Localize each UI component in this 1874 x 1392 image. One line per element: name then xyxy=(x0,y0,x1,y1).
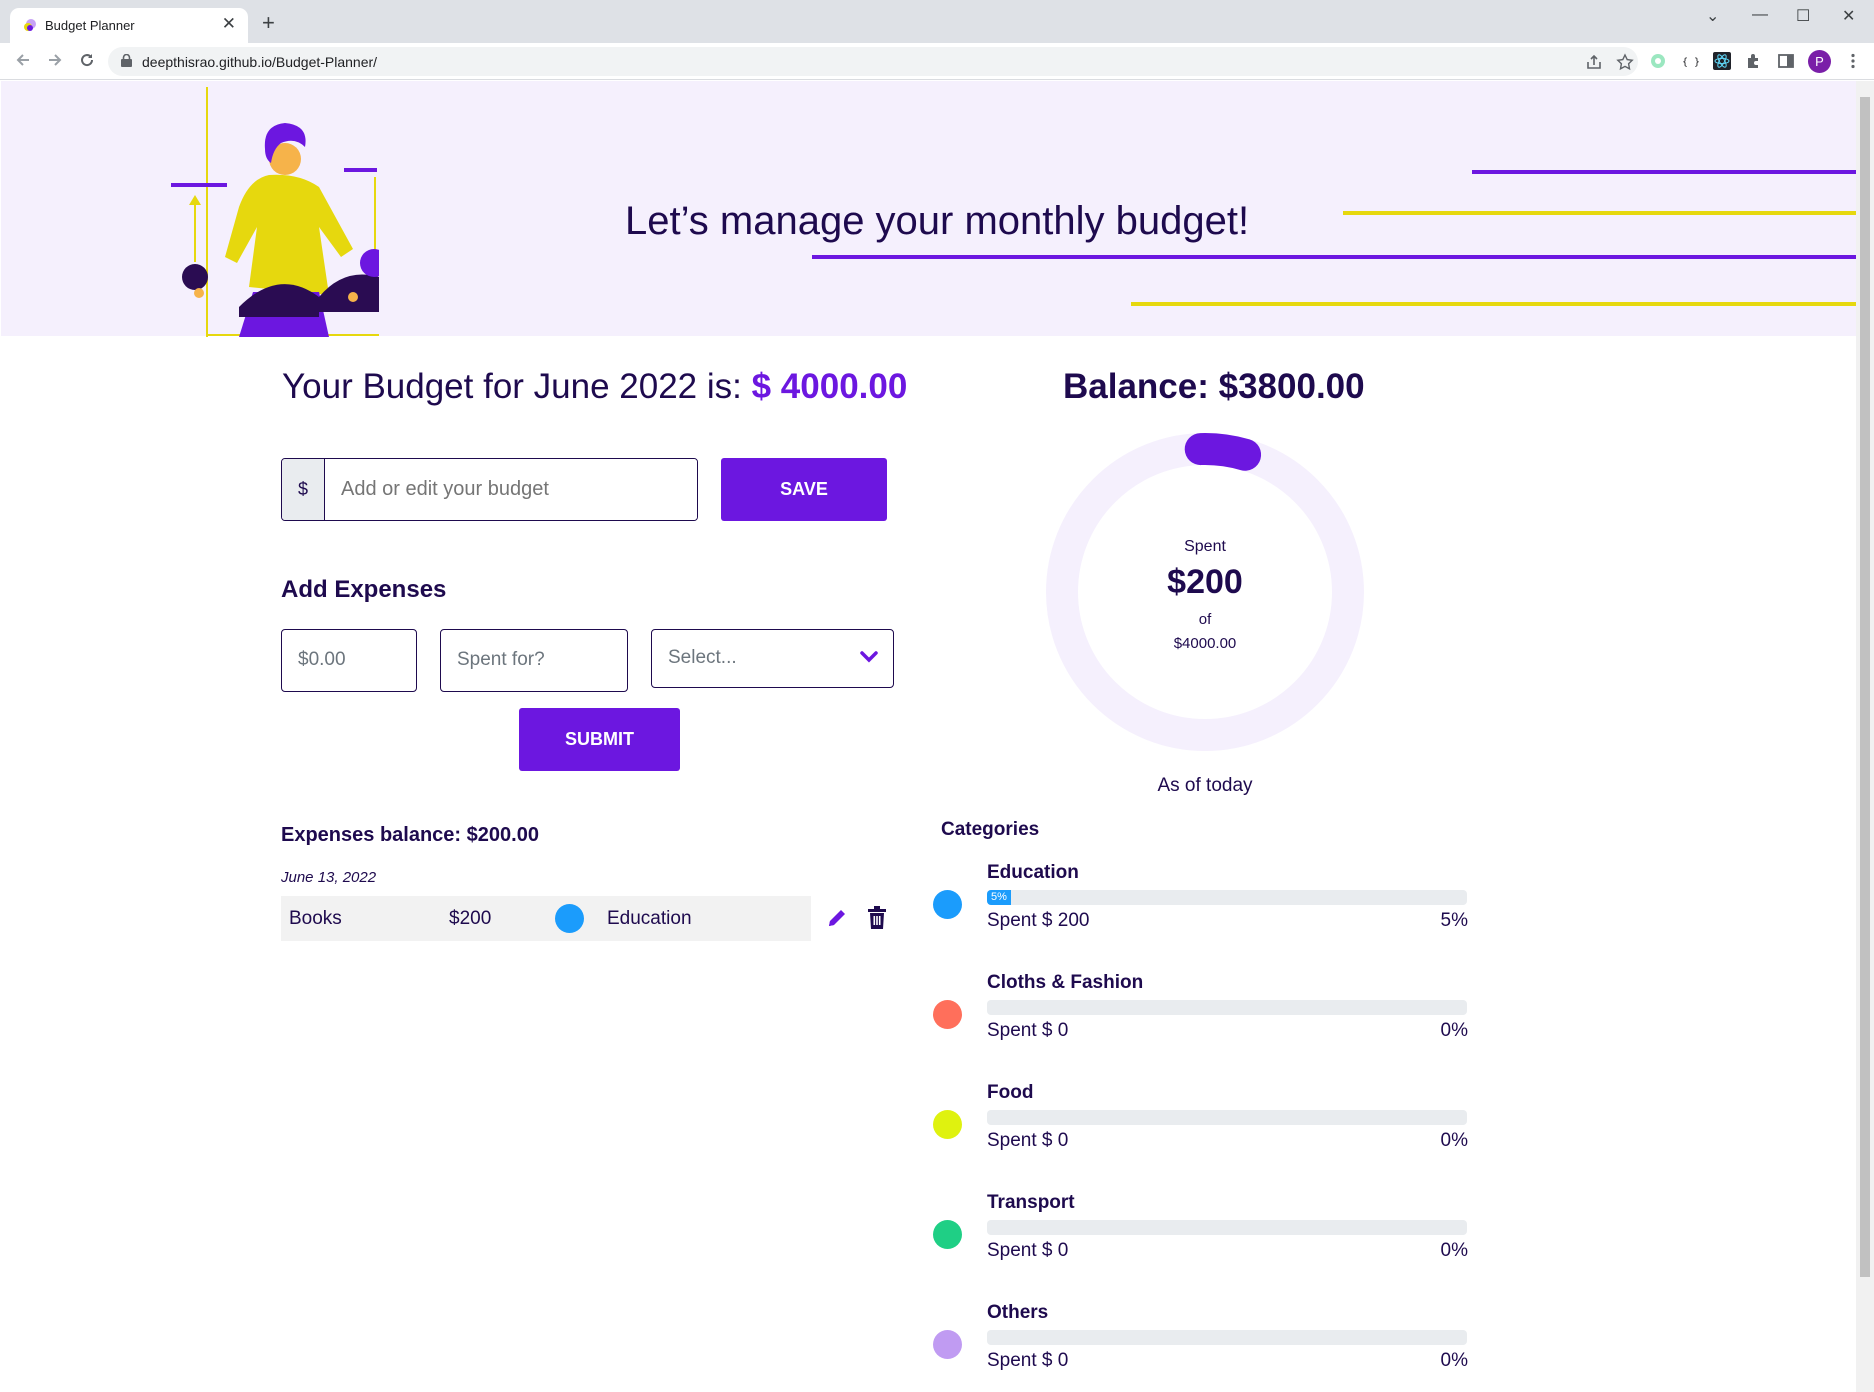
chevron-down-icon xyxy=(860,651,878,663)
address-bar[interactable]: deepthisrao.github.io/Budget-Planner/ xyxy=(108,47,1638,76)
decor-line xyxy=(1472,170,1856,174)
category-color-dot xyxy=(555,904,584,933)
category-percent: 0% xyxy=(1440,1130,1468,1151)
trash-icon[interactable] xyxy=(867,906,887,929)
profile-avatar[interactable]: P xyxy=(1808,50,1831,73)
currency-addon: $ xyxy=(282,459,325,520)
close-window-icon[interactable]: ✕ xyxy=(1842,6,1855,26)
budget-input-group: $ xyxy=(281,458,698,521)
category-spent: Spent $ 0 xyxy=(987,1240,1069,1261)
minimize-icon[interactable]: — xyxy=(1752,6,1768,24)
donut-of-label: of xyxy=(1198,611,1212,628)
browser-tab[interactable]: Budget Planner ✕ xyxy=(10,8,248,43)
category-color-dot xyxy=(933,1000,962,1029)
bookmark-star-icon[interactable] xyxy=(1616,53,1634,71)
category-color-dot xyxy=(933,1330,962,1359)
donut-spent-amount: $200 xyxy=(1167,563,1243,601)
pencil-icon[interactable] xyxy=(826,907,848,929)
lock-icon xyxy=(121,54,132,67)
category-percent: 0% xyxy=(1440,1020,1468,1041)
extensions-puzzle-icon[interactable] xyxy=(1745,52,1763,70)
category-progress-bar xyxy=(987,1110,1467,1125)
category-progress-bar: 5% xyxy=(987,890,1467,905)
budget-input[interactable] xyxy=(325,459,697,520)
category-select[interactable]: Select... xyxy=(651,629,894,688)
side-panel-icon[interactable] xyxy=(1777,52,1795,70)
category-spent: Spent $ 0 xyxy=(987,1350,1069,1371)
category-spent: Spent $ 0 xyxy=(987,1020,1069,1041)
page-content: Let’s manage your monthly budget! Your B… xyxy=(1,81,1856,1391)
browser-menu-icon[interactable] xyxy=(1844,52,1862,70)
donut-spent-arc xyxy=(1184,433,1262,471)
category-name: Others xyxy=(987,1302,1049,1323)
budget-prefix: Your Budget for June 2022 is: xyxy=(282,367,752,406)
save-button[interactable]: SAVE xyxy=(721,458,887,521)
category-color-dot xyxy=(933,1110,962,1139)
expense-date: June 13, 2022 xyxy=(281,869,377,886)
expenses-balance: Expenses balance: $200.00 xyxy=(281,824,539,846)
categories-title: Categories xyxy=(941,819,1040,840)
category-progress-bar xyxy=(987,1220,1467,1235)
hero-illustration xyxy=(171,87,379,337)
share-icon[interactable] xyxy=(1585,53,1603,71)
category-name: Cloths & Fashion xyxy=(987,972,1144,993)
back-arrow-icon[interactable] xyxy=(14,51,32,69)
expense-row: Books $200 Education xyxy=(281,896,811,941)
category-percent: 0% xyxy=(1440,1240,1468,1261)
category-item: Food Spent $ 0 0% xyxy=(933,1082,1468,1152)
maximize-icon[interactable]: ☐ xyxy=(1796,6,1810,26)
as-of-today-label: As of today xyxy=(1157,775,1253,796)
submit-button[interactable]: SUBMIT xyxy=(519,708,680,771)
decor-line xyxy=(1131,302,1856,306)
expense-description: Books xyxy=(289,908,342,929)
donut-spent-label: Spent xyxy=(1184,538,1226,555)
category-item: Transport Spent $ 0 0% xyxy=(933,1192,1468,1262)
react-devtools-icon[interactable] xyxy=(1713,52,1731,70)
app-favicon-icon xyxy=(24,19,36,31)
reload-icon[interactable] xyxy=(78,51,96,69)
category-progress-fill: 5% xyxy=(987,890,1011,905)
page-scrollbar[interactable] xyxy=(1856,81,1874,1392)
budget-heading: Your Budget for June 2022 is: $ 4000.00 xyxy=(282,367,907,407)
browser-toolbar: deepthisrao.github.io/Budget-Planner/ { … xyxy=(0,43,1874,80)
category-name: Transport xyxy=(987,1192,1075,1213)
new-tab-button[interactable]: + xyxy=(262,12,275,34)
category-name: Food xyxy=(987,1082,1034,1103)
budget-amount: $ 4000.00 xyxy=(751,367,908,406)
forward-arrow-icon[interactable] xyxy=(46,51,64,69)
category-item: Cloths & Fashion Spent $ 0 0% xyxy=(933,972,1468,1042)
category-spent: Spent $ 200 xyxy=(987,910,1090,931)
hero-underline xyxy=(812,255,1856,259)
category-progress-bar xyxy=(987,1000,1467,1015)
hero-title: Let’s manage your monthly budget! xyxy=(625,199,1250,243)
tab-search-icon[interactable]: ⌄ xyxy=(1706,6,1719,26)
url-text: deepthisrao.github.io/Budget-Planner/ xyxy=(142,54,378,70)
expense-amount: $200 xyxy=(449,908,492,929)
scrollbar-thumb[interactable] xyxy=(1860,97,1870,1277)
category-percent: 5% xyxy=(1440,910,1468,931)
tab-title: Budget Planner xyxy=(45,18,135,33)
category-percent: 0% xyxy=(1440,1350,1468,1371)
category-color-dot xyxy=(933,890,962,919)
category-name: Education xyxy=(987,862,1079,883)
category-item: Education 5% Spent $ 200 5% xyxy=(933,862,1468,932)
category-item: Others Spent $ 0 0% xyxy=(933,1302,1468,1372)
tab-close-icon[interactable]: ✕ xyxy=(222,14,236,34)
expense-amount-input[interactable]: $0.00 xyxy=(281,629,417,692)
decor-line xyxy=(1343,211,1856,215)
hero-banner: Let’s manage your monthly budget! xyxy=(1,81,1856,337)
svg-text:{ }: { } xyxy=(1682,57,1699,68)
donut-total: $4000.00 xyxy=(1173,635,1237,652)
expense-category: Education xyxy=(607,908,692,929)
category-progress-bar xyxy=(987,1330,1467,1345)
balance-heading: Balance: $3800.00 xyxy=(1063,367,1365,406)
extension-json-icon[interactable]: { } xyxy=(1681,52,1699,70)
extension-color-icon[interactable] xyxy=(1649,52,1667,70)
spent-for-input[interactable]: Spent for? xyxy=(440,629,628,692)
browser-tab-strip: Budget Planner ✕ + ⌄ — ☐ ✕ xyxy=(0,0,1874,43)
category-spent: Spent $ 0 xyxy=(987,1130,1069,1151)
add-expenses-title: Add Expenses xyxy=(281,576,447,603)
category-color-dot xyxy=(933,1220,962,1249)
category-select-value: Select... xyxy=(668,647,737,668)
